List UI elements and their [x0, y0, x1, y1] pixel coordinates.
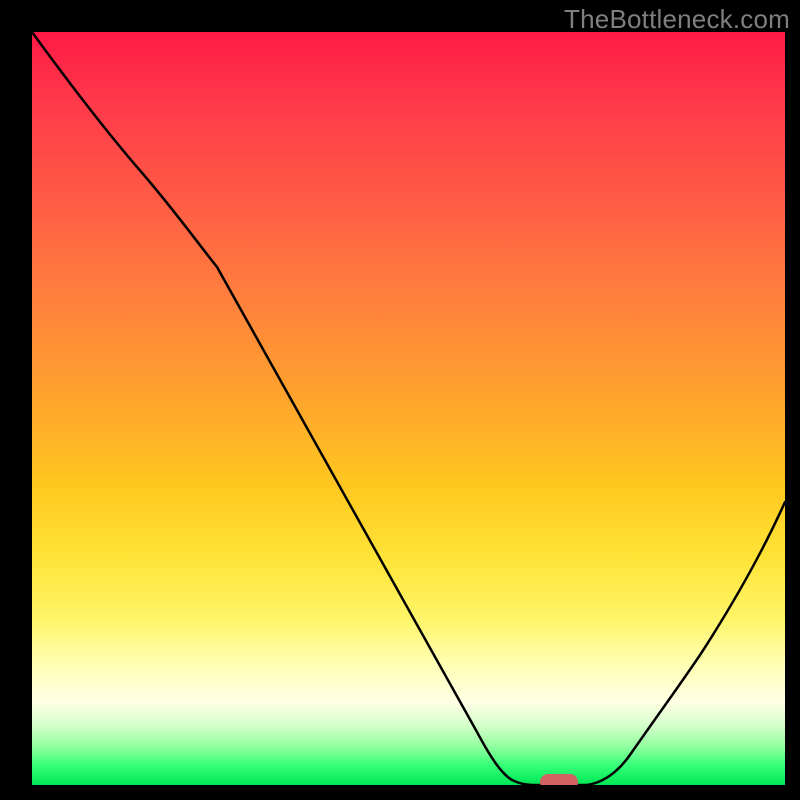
watermark-label: TheBottleneck.com — [564, 4, 790, 35]
chart-container: TheBottleneck.com — [0, 0, 800, 800]
plot-area — [32, 32, 785, 785]
bottleneck-curve-path — [32, 32, 785, 785]
min-marker — [540, 774, 578, 785]
curve-layer — [32, 32, 785, 785]
